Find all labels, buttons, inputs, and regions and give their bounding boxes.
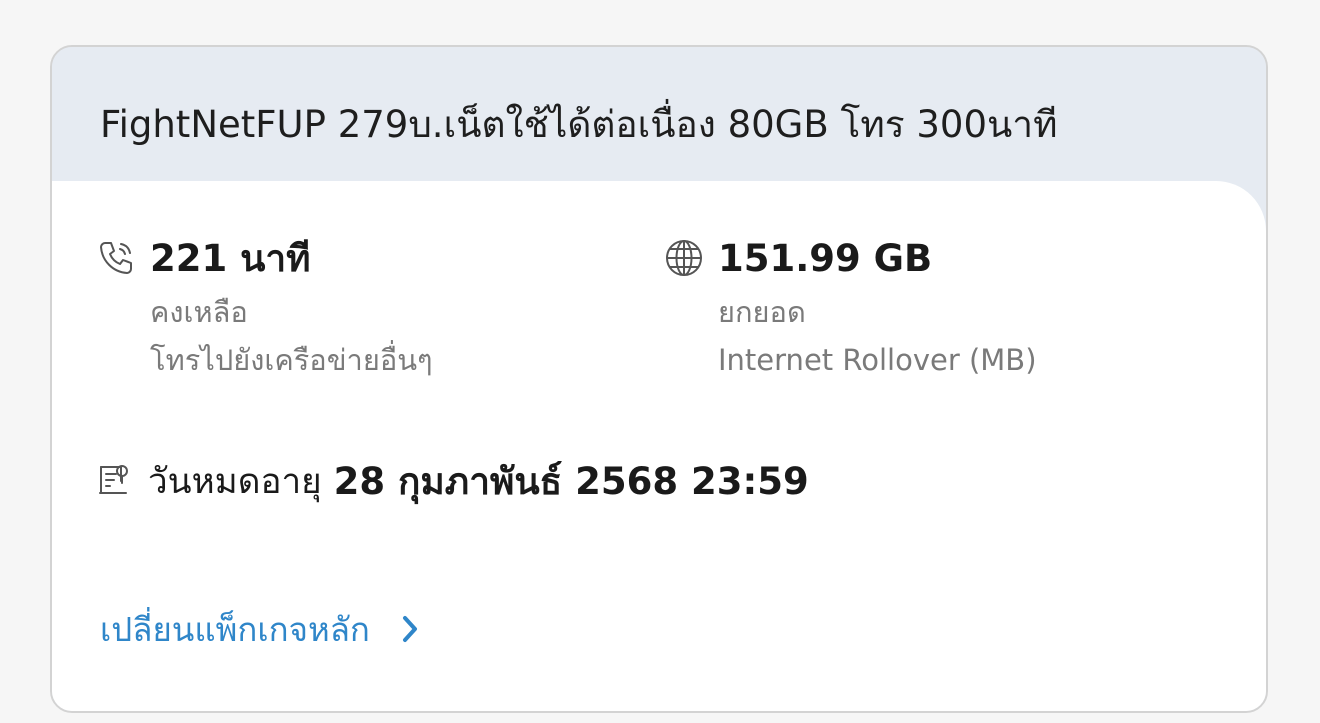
- voice-balance: 221 นาที คงเหลือ โทรไปยังเครือข่ายอื่นๆ: [96, 231, 433, 387]
- package-title: FightNetFUP 279บ.เน็ตใช้ได้ต่อเนื่อง 80G…: [100, 103, 1058, 146]
- data-balance-description: Internet Rollover (MB): [718, 343, 1037, 377]
- chevron-right-icon: [400, 613, 420, 645]
- globe-icon: [664, 238, 704, 278]
- package-card-body: 221 นาที คงเหลือ โทรไปยังเครือข่ายอื่นๆ: [52, 181, 1266, 711]
- calendar-expiry-icon: [96, 463, 132, 499]
- package-card: FightNetFUP 279บ.เน็ตใช้ได้ต่อเนื่อง 80G…: [50, 45, 1268, 713]
- phone-icon: [96, 238, 136, 278]
- voice-balance-description: โทรไปยังเครือข่ายอื่นๆ: [150, 343, 433, 377]
- expiry-label: วันหมดอายุ: [148, 461, 322, 502]
- data-balance-value: 151.99 GB: [718, 236, 933, 280]
- data-balance-label: ยกยอด: [718, 295, 806, 329]
- change-main-package-link[interactable]: เปลี่ยนแพ็กเกจหลัก: [100, 599, 420, 659]
- voice-balance-label: คงเหลือ: [150, 295, 248, 329]
- change-main-package-label: เปลี่ยนแพ็กเกจหลัก: [100, 609, 370, 649]
- data-balance: 151.99 GB ยกยอด Internet Rollover (MB): [664, 231, 1037, 387]
- voice-balance-value: 221 นาที: [150, 236, 311, 280]
- package-card-header: FightNetFUP 279บ.เน็ตใช้ได้ต่อเนื่อง 80G…: [52, 47, 1266, 183]
- expiry-row: วันหมดอายุ 28 กุมภาพันธ์ 2568 23:59: [96, 453, 809, 509]
- expiry-date: 28 กุมภาพันธ์ 2568 23:59: [333, 459, 809, 503]
